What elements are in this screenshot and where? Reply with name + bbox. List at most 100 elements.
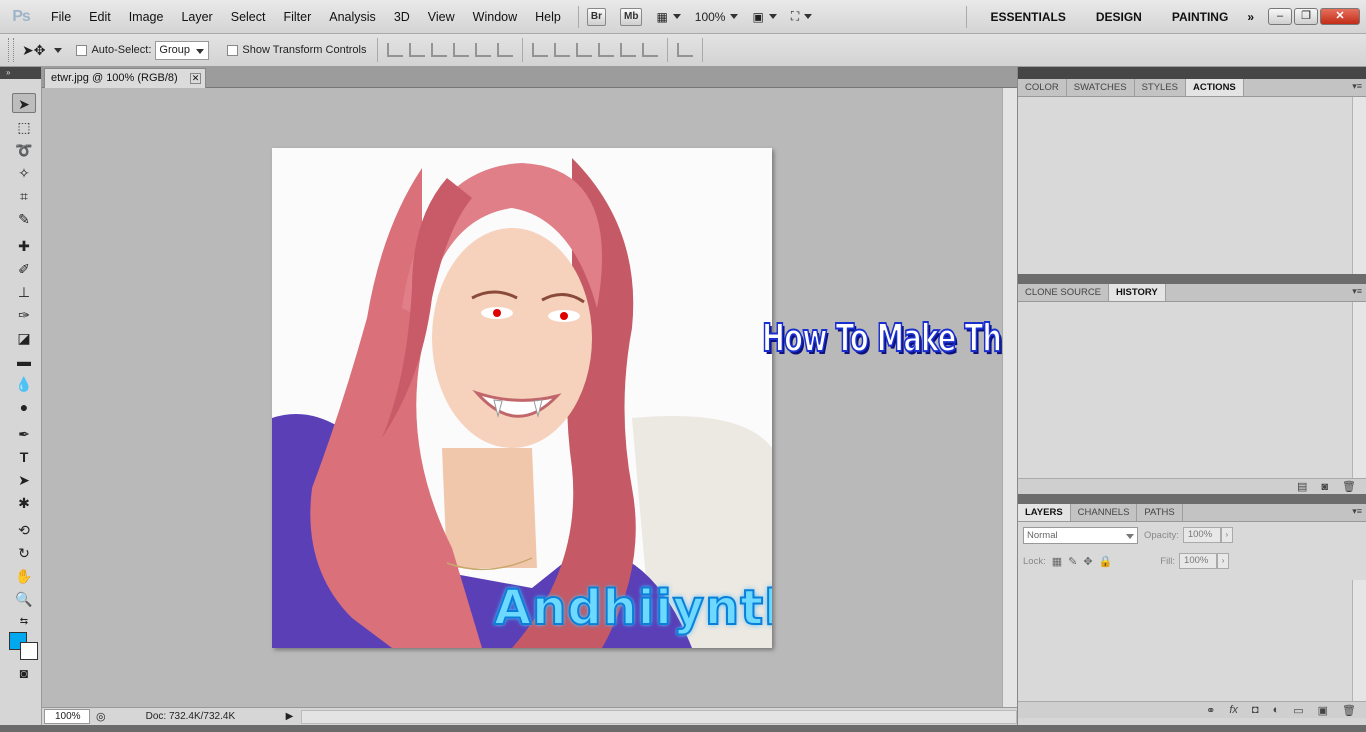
transform-controls-checkbox[interactable] (227, 44, 239, 56)
tools-collapse-icon[interactable]: » (0, 67, 41, 79)
tab-styles[interactable]: STYLES (1135, 79, 1187, 96)
new-snapshot-icon[interactable]: ◙ (1321, 481, 1328, 493)
quick-selection-tool-icon[interactable]: ✧ (12, 163, 36, 183)
distribute-center-icon[interactable] (553, 43, 570, 57)
mini-bridge-button[interactable]: Mb (619, 7, 643, 26)
layer-style-icon[interactable]: fx (1229, 704, 1238, 716)
distribute-bottom-icon[interactable] (575, 43, 592, 57)
history-brush-tool-icon[interactable]: ✑ (12, 305, 36, 325)
lock-transparent-pixels-icon[interactable]: ▦ (1052, 555, 1062, 568)
menu-3d[interactable]: 3D (385, 0, 419, 34)
tab-actions[interactable]: ACTIONS (1186, 79, 1244, 96)
panel-dock-header[interactable] (1018, 67, 1366, 79)
menu-image[interactable]: Image (120, 0, 173, 34)
status-zoom-field[interactable]: 100% (44, 709, 90, 724)
canvas-area[interactable]: Andhiiynth How To Make This >????< (42, 88, 1141, 707)
menu-file[interactable]: File (42, 0, 80, 34)
options-grip[interactable] (8, 38, 14, 62)
menu-filter[interactable]: Filter (274, 0, 320, 34)
new-layer-icon[interactable]: ▣ (1318, 704, 1328, 717)
marquee-tool-icon[interactable]: ⬚ (12, 117, 36, 137)
eraser-tool-icon[interactable]: ◪ (12, 328, 36, 348)
menu-help[interactable]: Help (526, 0, 570, 34)
new-group-icon[interactable]: ▭ (1293, 704, 1303, 717)
path-selection-tool-icon[interactable]: ➤ (12, 470, 36, 490)
menu-layer[interactable]: Layer (172, 0, 221, 34)
lock-image-pixels-icon[interactable]: ✎ (1068, 555, 1077, 568)
more-workspaces-icon[interactable]: » (1243, 0, 1266, 34)
align-vertical-center-icon[interactable] (408, 43, 425, 57)
workspace-painting[interactable]: PAINTING (1157, 0, 1243, 34)
document-tab[interactable]: etwr.jpg @ 100% (RGB/8) ✕ (44, 68, 206, 88)
zoom-tool-icon[interactable]: 🔍 (12, 589, 36, 609)
lasso-tool-icon[interactable]: ➰ (12, 140, 36, 160)
tool-preset-dropdown[interactable] (54, 47, 63, 53)
swap-colors-icon[interactable]: ⇆ (12, 612, 36, 632)
document-image[interactable]: Andhiiynth (272, 148, 772, 648)
healing-brush-tool-icon[interactable]: ✚ (12, 236, 36, 256)
tab-layers[interactable]: LAYERS (1018, 504, 1071, 521)
distribute-left-icon[interactable] (597, 43, 614, 57)
add-mask-icon[interactable]: ◘ (1252, 704, 1259, 716)
blur-tool-icon[interactable]: 💧 (12, 374, 36, 394)
zoom-level-dropdown[interactable]: 100% (695, 10, 739, 24)
fill-field[interactable]: 100% (1179, 553, 1218, 569)
tab-color[interactable]: COLOR (1018, 79, 1067, 96)
workspace-design[interactable]: DESIGN (1081, 0, 1157, 34)
delete-layer-icon[interactable]: 🗑 (1342, 704, 1356, 717)
move-tool-preset-icon[interactable]: ➤✥ (22, 42, 45, 59)
align-top-icon[interactable] (386, 43, 403, 57)
3d-rotate-tool-icon[interactable]: ⟲ (12, 520, 36, 540)
arrange-documents-dropdown[interactable]: ▣ (752, 10, 777, 24)
align-horizontal-center-icon[interactable] (474, 43, 491, 57)
auto-select-dropdown[interactable]: Group (155, 40, 210, 60)
lock-position-icon[interactable]: ✥ (1083, 555, 1092, 568)
actions-scrollbar[interactable] (1352, 97, 1366, 274)
clone-stamp-tool-icon[interactable]: ⊥ (12, 282, 36, 302)
distribute-top-icon[interactable] (531, 43, 548, 57)
dodge-tool-icon[interactable]: ● (12, 397, 36, 417)
crop-tool-icon[interactable]: ⌗ (12, 186, 36, 206)
status-info-icon[interactable]: ◎ (96, 710, 106, 723)
new-document-from-state-icon[interactable]: ▤ (1297, 480, 1307, 493)
adjustment-layer-icon[interactable]: ◐ (1273, 704, 1280, 716)
quick-mask-icon[interactable]: ◙ (12, 663, 36, 683)
blend-mode-dropdown[interactable]: Normal (1023, 526, 1138, 544)
view-extras-dropdown[interactable]: ▦ (656, 10, 681, 24)
canvas-horizontal-scrollbar[interactable] (301, 709, 1017, 724)
distribute-hcenter-icon[interactable] (619, 43, 636, 57)
fill-slider-arrow[interactable]: › (1217, 553, 1230, 569)
canvas-vertical-scrollbar[interactable] (1002, 88, 1017, 707)
tab-channels[interactable]: CHANNELS (1071, 504, 1138, 521)
bridge-button[interactable]: Br (586, 7, 606, 26)
minimize-button[interactable]: – (1268, 8, 1292, 25)
panel-menu-icon[interactable]: ▾≡ (1352, 286, 1362, 297)
trash-icon[interactable]: 🗑 (1342, 480, 1356, 493)
pen-tool-icon[interactable]: ✒ (12, 424, 36, 444)
close-document-icon[interactable]: ✕ (190, 73, 201, 84)
move-tool-icon[interactable]: ➤ (12, 93, 36, 113)
link-layers-icon[interactable]: ⚭ (1206, 704, 1215, 717)
status-menu-arrow-icon[interactable]: ▶ (286, 711, 294, 722)
workspace-essentials[interactable]: ESSENTIALS (975, 0, 1080, 34)
shape-tool-icon[interactable]: ✱ (12, 493, 36, 513)
align-left-icon[interactable] (452, 43, 469, 57)
opacity-slider-arrow[interactable]: › (1220, 527, 1233, 543)
lock-all-icon[interactable]: 🔒 (1099, 555, 1113, 568)
type-tool-icon[interactable]: T (12, 447, 36, 467)
tab-paths[interactable]: PATHS (1137, 504, 1183, 521)
panel-menu-icon[interactable]: ▾≡ (1352, 81, 1362, 92)
menu-edit[interactable]: Edit (80, 0, 120, 34)
menu-analysis[interactable]: Analysis (320, 0, 385, 34)
auto-align-layers-icon[interactable] (676, 43, 693, 57)
layers-list[interactable] (1018, 580, 1366, 701)
panel-menu-icon[interactable]: ▾≡ (1352, 506, 1362, 517)
layers-scrollbar[interactable] (1352, 580, 1366, 701)
restore-button[interactable]: ❐ (1294, 8, 1318, 25)
tab-clone-source[interactable]: CLONE SOURCE (1018, 284, 1110, 301)
eyedropper-tool-icon[interactable]: ✎ (12, 209, 36, 229)
opacity-field[interactable]: 100% (1182, 527, 1221, 543)
gradient-tool-icon[interactable]: ▬ (12, 351, 36, 371)
background-color-swatch[interactable] (20, 642, 38, 660)
tab-swatches[interactable]: SWATCHES (1067, 79, 1135, 96)
